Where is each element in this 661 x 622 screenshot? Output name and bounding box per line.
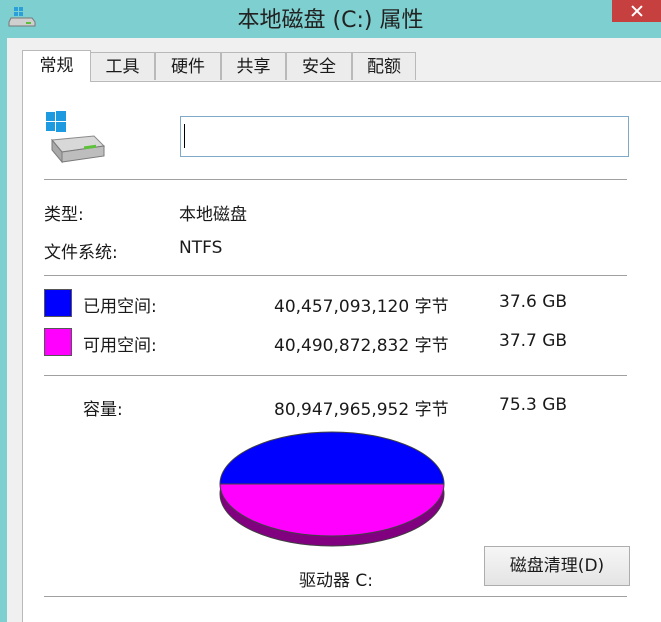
used-space-label: 已用空间: [83, 297, 157, 317]
used-space-bytes: 40,457,093,120 字节 [274, 297, 449, 317]
divider [44, 596, 627, 597]
capacity-size: 75.3 GB [499, 395, 568, 415]
divider [44, 179, 627, 180]
free-space-size: 37.7 GB [499, 331, 568, 351]
disk-usage-pie [219, 431, 445, 547]
free-space-label: 可用空间: [83, 336, 157, 356]
close-button[interactable] [612, 0, 661, 22]
pie-slice-used [219, 431, 445, 485]
tab-tools[interactable]: 工具 [90, 52, 155, 80]
title-bar: 本地磁盘 (C:) 属性 [0, 0, 661, 38]
type-label: 类型: [44, 205, 84, 225]
volume-name-input[interactable] [180, 116, 629, 157]
divider [44, 375, 627, 376]
tab-security[interactable]: 安全 [286, 52, 352, 80]
free-space-bytes: 40,490,872,832 字节 [274, 336, 449, 356]
tab-general[interactable]: 常规 [22, 50, 91, 82]
tab-hardware[interactable]: 硬件 [155, 52, 221, 80]
tab-label: 工具 [105, 57, 140, 77]
tab-label: 常规 [39, 56, 74, 76]
filesystem-label: 文件系统: [44, 243, 118, 263]
tab-label: 共享 [236, 57, 271, 77]
capacity-label: 容量: [83, 400, 123, 420]
capacity-bytes: 80,947,965,952 字节 [274, 400, 449, 420]
tab-quota[interactable]: 配额 [352, 52, 416, 80]
window-title: 本地磁盘 (C:) 属性 [237, 8, 424, 33]
free-space-swatch [44, 328, 72, 356]
used-space-swatch [44, 289, 72, 317]
tab-label: 配额 [367, 57, 401, 77]
drive-label: 驱动器 C: [299, 571, 374, 591]
tab-label: 硬件 [171, 57, 205, 77]
text-caret [184, 124, 185, 148]
tab-label: 安全 [302, 57, 336, 77]
filesystem-value: NTFS [179, 238, 223, 258]
hard-drive-icon [46, 111, 106, 164]
disk-cleanup-button[interactable]: 磁盘清理(D) [484, 546, 630, 586]
type-value: 本地磁盘 [179, 205, 247, 225]
divider [44, 275, 627, 276]
used-space-size: 37.6 GB [499, 292, 568, 312]
tab-sharing[interactable]: 共享 [221, 52, 286, 80]
